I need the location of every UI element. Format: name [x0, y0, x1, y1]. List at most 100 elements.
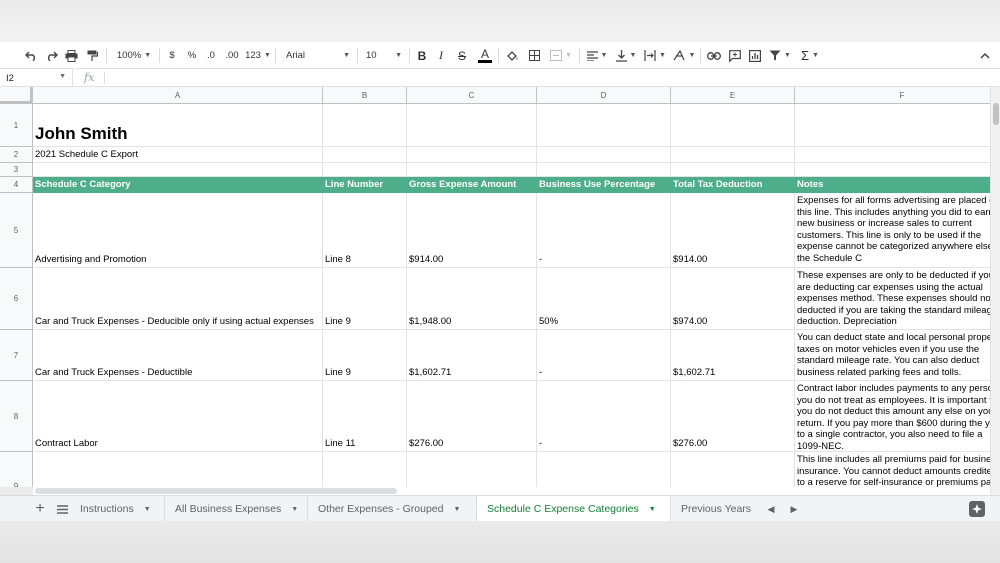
- horizontal-align-icon[interactable]: ▼: [584, 42, 610, 69]
- tab-schedule-c-expense-categories[interactable]: Schedule C Expense Categories ▼: [477, 496, 671, 522]
- tab-previous-years[interactable]: Previous Years: [671, 496, 759, 522]
- sheet-subtitle-cell[interactable]: 2021 Schedule C Export: [33, 147, 323, 163]
- row-header-4[interactable]: 4: [0, 177, 33, 193]
- font-family-select[interactable]: Arial ▼: [282, 42, 354, 69]
- notes-cell[interactable]: Expenses for all forms advertising are p…: [795, 193, 990, 268]
- cell[interactable]: [537, 163, 671, 177]
- category-cell[interactable]: Contract Labor: [33, 381, 323, 452]
- cell[interactable]: [323, 147, 407, 163]
- notes-cell[interactable]: This line includes all premiums paid for…: [795, 452, 990, 487]
- fill-color-icon[interactable]: [503, 42, 521, 69]
- horizontal-scrollbar-thumb[interactable]: [35, 488, 397, 494]
- notes-cell[interactable]: You can deduct state and local personal …: [795, 330, 990, 381]
- row-header-6[interactable]: 6: [0, 268, 33, 330]
- tab-all-business-expenses[interactable]: All Business Expenses ▼: [165, 496, 308, 522]
- cell[interactable]: [407, 147, 537, 163]
- gross-amount-cell[interactable]: $1,602.71: [407, 330, 537, 381]
- cell[interactable]: [795, 147, 990, 163]
- category-cell[interactable]: Car and Truck Expenses - Deducible only …: [33, 268, 323, 330]
- total-deduction-cell[interactable]: [671, 452, 795, 487]
- table-header-business-use[interactable]: Business Use Percentage: [537, 177, 671, 193]
- category-cell[interactable]: Car and Truck Expenses - Deductible: [33, 330, 323, 381]
- business-use-cell[interactable]: 50%: [537, 268, 671, 330]
- cell[interactable]: [795, 163, 990, 177]
- formula-input[interactable]: [110, 72, 980, 84]
- cell[interactable]: [671, 147, 795, 163]
- gross-amount-cell[interactable]: $914.00: [407, 193, 537, 268]
- currency-format-button[interactable]: $: [165, 42, 179, 69]
- table-header-line-number[interactable]: Line Number: [323, 177, 407, 193]
- table-header-total-deduction[interactable]: Total Tax Deduction: [671, 177, 795, 193]
- row-header-7[interactable]: 7: [0, 330, 33, 381]
- redo-icon[interactable]: [42, 42, 60, 69]
- category-cell[interactable]: [33, 452, 323, 487]
- cell[interactable]: [323, 104, 407, 147]
- cell[interactable]: [407, 163, 537, 177]
- percent-format-button[interactable]: %: [184, 42, 200, 69]
- decrease-decimal-button[interactable]: .0: [203, 42, 219, 69]
- line-number-cell[interactable]: Line 9: [323, 268, 407, 330]
- cell[interactable]: [671, 104, 795, 147]
- cell[interactable]: [537, 147, 671, 163]
- notes-cell[interactable]: These expenses are only to be deducted i…: [795, 268, 990, 330]
- paint-format-icon[interactable]: [83, 42, 101, 69]
- text-color-button[interactable]: A: [476, 42, 494, 69]
- cell[interactable]: [537, 104, 671, 147]
- increase-decimal-button[interactable]: .00: [222, 42, 242, 69]
- total-deduction-cell[interactable]: $914.00: [671, 193, 795, 268]
- column-header-c[interactable]: C: [407, 87, 537, 104]
- business-use-cell[interactable]: [537, 452, 671, 487]
- vertical-align-icon[interactable]: ▼: [613, 42, 639, 69]
- total-deduction-cell[interactable]: $276.00: [671, 381, 795, 452]
- cell[interactable]: [323, 163, 407, 177]
- undo-icon[interactable]: [22, 42, 40, 69]
- sheet-title-cell[interactable]: John Smith: [33, 104, 323, 147]
- more-formats-button[interactable]: 123 ▼: [245, 42, 271, 69]
- vertical-scrollbar-thumb[interactable]: [993, 103, 999, 125]
- tab-other-expenses-grouped[interactable]: Other Expenses - Grouped ▼: [308, 496, 477, 522]
- gross-amount-cell[interactable]: $1,948.00: [407, 268, 537, 330]
- italic-button[interactable]: I: [433, 42, 449, 69]
- strikethrough-button[interactable]: S: [454, 42, 470, 69]
- gross-amount-cell[interactable]: $276.00: [407, 381, 537, 452]
- row-header-9[interactable]: 9: [0, 452, 33, 487]
- bold-button[interactable]: B: [414, 42, 430, 69]
- total-deduction-cell[interactable]: $1,602.71: [671, 330, 795, 381]
- total-deduction-cell[interactable]: $974.00: [671, 268, 795, 330]
- gross-amount-cell[interactable]: [407, 452, 537, 487]
- cell[interactable]: [407, 104, 537, 147]
- collapse-menu-icon[interactable]: [976, 42, 994, 69]
- scroll-tabs-left-icon[interactable]: ◀: [763, 496, 779, 522]
- text-wrap-icon[interactable]: ▼: [642, 42, 668, 69]
- line-number-cell[interactable]: [323, 452, 407, 487]
- row-header-8[interactable]: 8: [0, 381, 33, 452]
- cell[interactable]: [671, 163, 795, 177]
- add-sheet-icon[interactable]: +: [32, 496, 48, 522]
- business-use-cell[interactable]: -: [537, 381, 671, 452]
- column-header-e[interactable]: E: [671, 87, 795, 104]
- vertical-scrollbar[interactable]: [990, 87, 1000, 495]
- insert-chart-icon[interactable]: [746, 42, 764, 69]
- horizontal-scrollbar[interactable]: [33, 487, 990, 495]
- cell[interactable]: [33, 163, 323, 177]
- column-header-d[interactable]: D: [537, 87, 671, 104]
- row-header-5[interactable]: 5: [0, 193, 33, 268]
- column-header-f[interactable]: F: [795, 87, 990, 104]
- text-rotation-icon[interactable]: ▼: [671, 42, 697, 69]
- table-header-notes[interactable]: Notes: [795, 177, 990, 193]
- all-sheets-icon[interactable]: [54, 496, 70, 522]
- row-header-1[interactable]: 1: [0, 104, 33, 147]
- name-box[interactable]: I2 ▼: [0, 69, 73, 87]
- borders-icon[interactable]: [526, 42, 542, 69]
- filter-icon[interactable]: ▼: [767, 42, 793, 69]
- column-header-a[interactable]: A: [33, 87, 323, 104]
- select-all-corner[interactable]: [0, 87, 33, 104]
- business-use-cell[interactable]: -: [537, 330, 671, 381]
- line-number-cell[interactable]: Line 11: [323, 381, 407, 452]
- category-cell[interactable]: Advertising and Promotion: [33, 193, 323, 268]
- table-header-category[interactable]: Schedule C Category: [33, 177, 323, 193]
- print-icon[interactable]: [62, 42, 80, 69]
- row-header-3[interactable]: 3: [0, 163, 33, 177]
- table-header-gross-amount[interactable]: Gross Expense Amount: [407, 177, 537, 193]
- tab-instructions[interactable]: Instructions ▼: [70, 496, 165, 522]
